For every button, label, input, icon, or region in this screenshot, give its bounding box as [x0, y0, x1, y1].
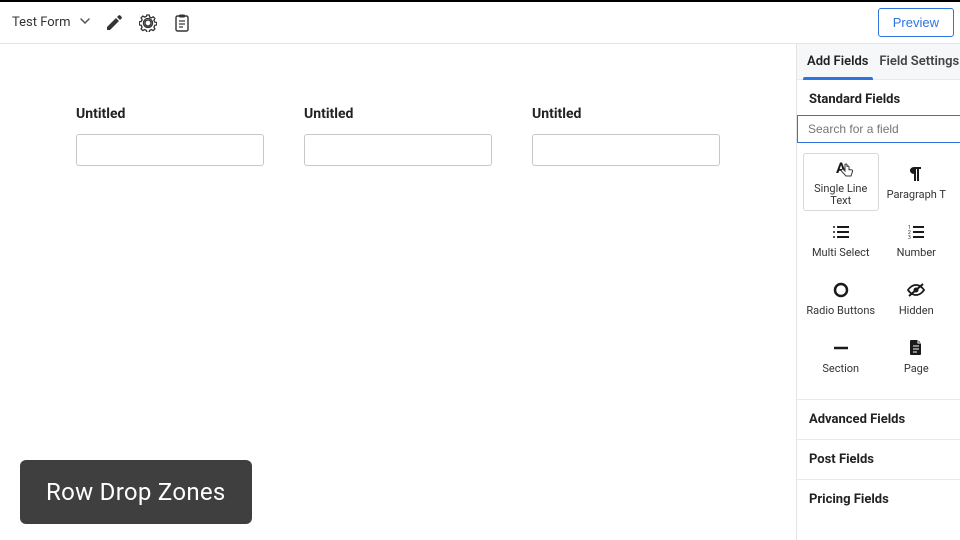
tile-label: Paragraph T [887, 189, 946, 201]
tile-label: Radio Buttons [806, 305, 875, 317]
field-label: Untitled [532, 106, 720, 122]
tile-label: Single Line Text [804, 183, 878, 207]
form-name-label: Test Form [12, 15, 70, 30]
tab-field-settings[interactable]: Field Settings [879, 44, 960, 79]
fields-row: Untitled Untitled Untitled [76, 106, 720, 166]
gear-icon[interactable] [138, 13, 158, 33]
tile-section[interactable]: Section [803, 327, 879, 385]
field-grid: A Single Line Text Paragraph T Multi Sel… [797, 143, 960, 399]
section-pricing-fields[interactable]: Pricing Fields [797, 479, 960, 519]
search-input[interactable] [797, 115, 960, 143]
clipboard-icon[interactable] [172, 13, 192, 33]
search-wrap [797, 115, 960, 143]
edit-icon[interactable] [104, 13, 124, 33]
tile-label: Page [904, 363, 929, 375]
top-bar: Test Form Preview [0, 0, 960, 44]
sidebar-tabs: Add Fields Field Settings [797, 44, 960, 80]
tile-radio-buttons[interactable]: Radio Buttons [803, 269, 879, 327]
tile-multi-select[interactable]: Multi Select [803, 211, 879, 269]
field-label: Untitled [76, 106, 264, 122]
form-name-dropdown[interactable]: Test Form [12, 15, 90, 30]
svg-text:A: A [836, 160, 847, 176]
tile-label: Hidden [899, 305, 934, 317]
section-post-fields[interactable]: Post Fields [797, 439, 960, 479]
tab-add-fields[interactable]: Add Fields [797, 44, 879, 79]
svg-text:3: 3 [908, 235, 911, 239]
radio-icon [833, 279, 849, 301]
tile-label: Multi Select [812, 247, 870, 259]
tile-number[interactable]: 123 Number [879, 211, 955, 269]
page-icon [910, 337, 922, 359]
tile-label: Section [822, 363, 859, 375]
field-label: Untitled [304, 106, 492, 122]
text-input[interactable] [304, 134, 492, 166]
form-field[interactable]: Untitled [76, 106, 264, 166]
text-input[interactable] [532, 134, 720, 166]
tile-hidden[interactable]: Hidden [879, 269, 955, 327]
preview-button[interactable]: Preview [878, 8, 954, 37]
form-field[interactable]: Untitled [304, 106, 492, 166]
top-bar-left: Test Form [12, 13, 192, 33]
section-header-standard: Standard Fields [797, 80, 960, 115]
letter-a-icon: A [833, 157, 849, 179]
tile-single-line-text[interactable]: A Single Line Text [803, 153, 879, 211]
section-advanced-fields[interactable]: Advanced Fields [797, 399, 960, 439]
tile-page[interactable]: Page [879, 327, 955, 385]
pilcrow-icon [909, 163, 923, 185]
minus-icon [834, 337, 848, 359]
list-icon [833, 221, 849, 243]
number-list-icon: 123 [908, 221, 924, 243]
text-input[interactable] [76, 134, 264, 166]
right-sidebar: Add Fields Field Settings Standard Field… [796, 44, 960, 540]
form-field[interactable]: Untitled [532, 106, 720, 166]
chevron-down-icon [80, 18, 90, 28]
eye-slash-icon [907, 279, 925, 301]
toast-caption: Row Drop Zones [20, 460, 252, 524]
tile-paragraph-text[interactable]: Paragraph T [879, 153, 955, 211]
tile-label: Number [897, 247, 936, 259]
